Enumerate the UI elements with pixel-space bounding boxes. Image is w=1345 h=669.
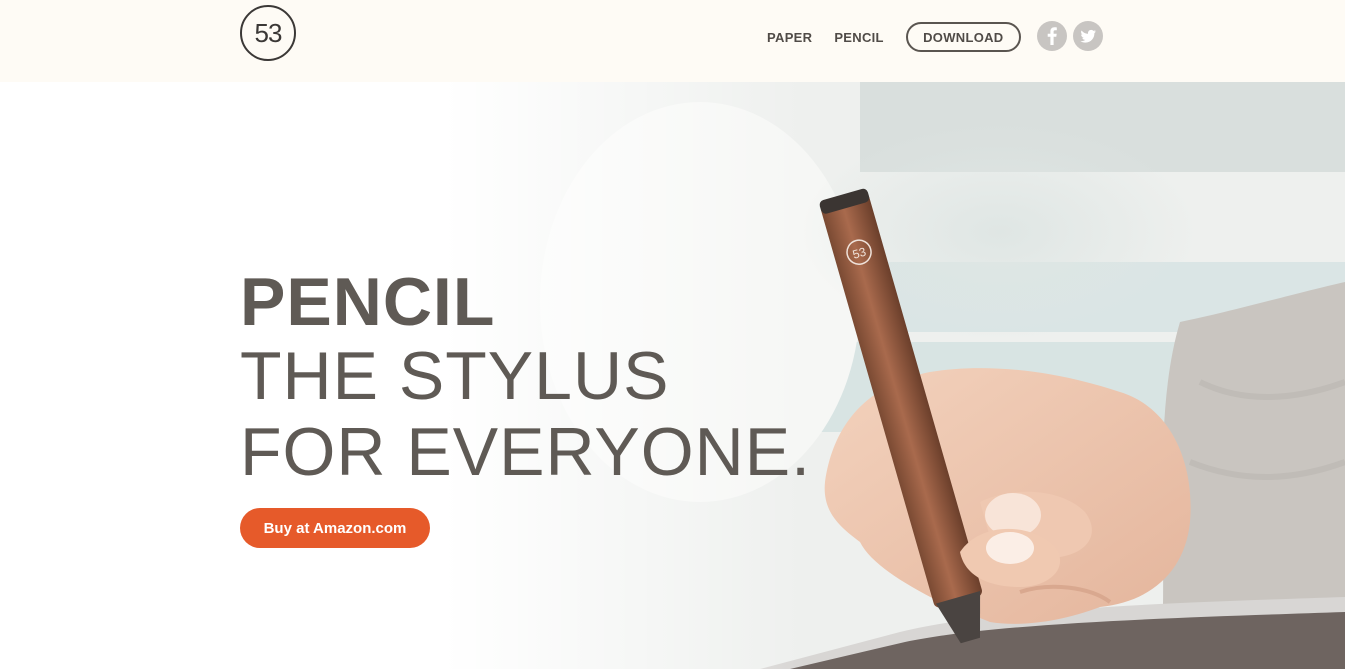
hero-title-bold: PENCIL (240, 264, 496, 340)
hero-title-line2: THE STYLUS (240, 338, 670, 414)
twitter-icon[interactable] (1073, 21, 1103, 51)
download-button[interactable]: DOWNLOAD (905, 22, 1021, 52)
hero-section: 53 (0, 82, 1345, 669)
fiftythree-logo[interactable]: 53 (240, 5, 296, 61)
facebook-icon[interactable] (1037, 21, 1067, 51)
hero-title-line3: FOR EVERYONE. (240, 414, 811, 490)
logo-text: 53 (254, 17, 283, 48)
download-label: DOWNLOAD (923, 29, 1004, 45)
nav-paper-link[interactable]: PAPER (767, 30, 812, 45)
buy-amazon-button[interactable]: Buy at Amazon.com (240, 508, 430, 548)
hero-photo: 53 (0, 82, 1345, 669)
buy-amazon-label: Buy at Amazon.com (263, 519, 407, 537)
facebook-glyph (1047, 27, 1057, 45)
main-nav: PAPER PENCIL DOWNLOAD (767, 20, 1021, 54)
twitter-glyph (1080, 29, 1096, 43)
site-header: 53 PAPER PENCIL DOWNLOAD (0, 0, 1345, 82)
nav-pencil-link[interactable]: PENCIL (834, 30, 883, 45)
